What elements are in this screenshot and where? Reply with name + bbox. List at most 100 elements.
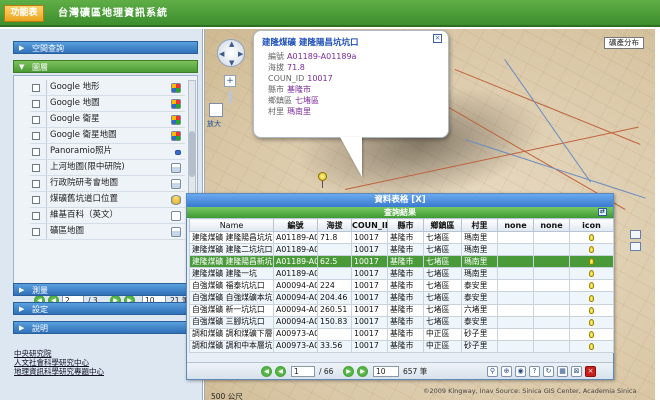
layer-checkbox[interactable] — [32, 132, 40, 140]
table-cell[interactable] — [569, 339, 614, 353]
pan-control[interactable]: ▲ ▼ ◀ ▶ — [217, 39, 245, 67]
layer-item[interactable]: Google 地圖 — [30, 96, 185, 112]
column-header[interactable]: Name — [189, 218, 274, 232]
lightbulb-icon[interactable] — [589, 294, 594, 302]
table-row[interactable]: 自強煤礦 福泰坑坑口 A00094-A0 224 10017 基隆市 七堵區 泰安里 — [189, 279, 614, 293]
column-header[interactable]: 海拔 — [317, 218, 352, 232]
table-row[interactable]: 建隆煤礦 建隆陽昌新坑 A01189-A0 62.5 10017 基隆市 七堵區 瑪南里 — [189, 255, 614, 269]
panel-measure[interactable]: ▶ 測量 — [13, 283, 198, 296]
map-type-button[interactable]: 礦產分布 — [604, 37, 644, 49]
layer-checkbox[interactable] — [32, 84, 40, 92]
table-row[interactable]: 建隆煤礦 建隆二坑坑口 A01189-A0 10017 基隆市 七堵區 瑪南里 — [189, 243, 614, 257]
table-row[interactable]: 自強煤礦 自強煤礦本坑 A00094-A0 204.46 10017 基隆市 七堵區 泰安里 — [189, 291, 614, 305]
zoom-in-button[interactable]: + — [224, 75, 236, 87]
panel-spatial-query[interactable]: ▶ 空間查詢 — [13, 41, 198, 54]
per-page-select[interactable]: 10 — [373, 366, 399, 377]
table-cell[interactable] — [569, 291, 614, 305]
layer-checkbox[interactable] — [32, 196, 40, 204]
magnify-label[interactable]: 放大 — [207, 119, 221, 129]
magnify-icon[interactable] — [209, 103, 223, 117]
table-row[interactable]: 建隆煤礦 建隆陽昌坑坑口 A01189-A0 71.8 10017 基隆市 七堵區 瑪南里 — [189, 230, 614, 245]
thumbnail-icon[interactable] — [630, 230, 641, 239]
last-page-icon[interactable]: ▶ — [357, 366, 368, 377]
clear-icon[interactable]: ⊠ — [571, 366, 582, 377]
lightbulb-icon[interactable] — [589, 318, 594, 326]
layer-item[interactable]: 礦區地圖 — [30, 224, 185, 240]
column-header[interactable]: icon — [569, 218, 614, 232]
table-cell[interactable] — [569, 315, 614, 329]
location-marker-icon[interactable] — [318, 172, 327, 181]
lightbulb-icon[interactable] — [589, 270, 594, 278]
layer-item[interactable]: 煤礦舊坑道口位置 — [30, 192, 185, 208]
table-cell[interactable] — [569, 243, 614, 257]
export-icon[interactable]: ⇄ — [598, 208, 607, 216]
lightbulb-icon[interactable] — [589, 246, 594, 254]
column-header[interactable]: none — [533, 218, 570, 232]
credit-link[interactable]: 中央研究院 — [14, 349, 104, 358]
next-page-icon[interactable]: ▶ — [343, 366, 354, 377]
table-cell[interactable] — [569, 327, 614, 341]
data-window-title[interactable]: 資料表格 [X] — [187, 194, 613, 207]
pan-down-icon[interactable]: ▼ — [229, 59, 234, 67]
layer-checkbox[interactable] — [32, 116, 40, 124]
pan-up-icon[interactable]: ▲ — [229, 40, 234, 48]
layer-item[interactable]: 上河地圖(限中研院) — [30, 160, 185, 176]
table-row[interactable]: 調和煤礦 調和煤礦下層 A00973-A0 10017 基隆市 中正區 砂子里 — [189, 327, 614, 341]
lightbulb-icon[interactable] — [589, 306, 594, 314]
column-header[interactable]: 村里 — [461, 218, 498, 232]
help-icon[interactable]: ? — [529, 366, 540, 377]
lightbulb-icon[interactable] — [589, 342, 594, 350]
table-row[interactable]: 自強煤礦 新一坑坑口 A00094-A0 260.51 10017 基隆市 七堵區 六堵里 — [189, 303, 614, 317]
table-cell[interactable] — [569, 255, 614, 269]
layer-item[interactable]: Panoramio照片 — [30, 144, 185, 160]
layer-item[interactable]: Google 衛星 — [30, 112, 185, 128]
lightbulb-icon[interactable] — [589, 234, 594, 242]
prev-page-icon[interactable]: ◀ — [275, 366, 286, 377]
grid-icon[interactable]: ▦ — [557, 366, 568, 377]
close-icon[interactable]: × — [585, 366, 596, 377]
table-cell[interactable] — [569, 267, 614, 281]
thumbnail-icon[interactable] — [630, 242, 641, 251]
menu-button[interactable]: 功能表 — [4, 5, 44, 22]
page-input[interactable]: 1 — [291, 366, 315, 377]
panel-settings[interactable]: ▶ 設定 — [13, 302, 198, 315]
view-icon[interactable]: ◉ — [515, 366, 526, 377]
lightbulb-icon[interactable] — [589, 258, 594, 266]
column-header[interactable]: 鄉鎮區 — [423, 218, 462, 232]
layer-checkbox[interactable] — [32, 212, 40, 220]
scrollbar-thumb[interactable] — [189, 131, 195, 177]
layer-checkbox[interactable] — [32, 228, 40, 236]
layer-checkbox[interactable] — [32, 180, 40, 188]
zoom-to-icon[interactable]: ⊕ — [501, 366, 512, 377]
layer-item[interactable]: 行政院研考會地圖 — [30, 176, 185, 192]
column-header[interactable]: 編號 — [273, 218, 318, 232]
lightbulb-icon[interactable] — [589, 330, 594, 338]
table-cell[interactable] — [569, 303, 614, 317]
filter-icon[interactable]: ⚲ — [487, 366, 498, 377]
table-cell[interactable] — [569, 279, 614, 293]
table-row[interactable]: 自強煤礦 三腳坑坑口 A00094-A0 150.83 10017 基隆市 七堵區 泰安里 — [189, 315, 614, 329]
close-icon[interactable]: × — [433, 34, 442, 43]
layer-checkbox[interactable] — [32, 164, 40, 172]
column-header[interactable]: none — [497, 218, 534, 232]
layer-checkbox[interactable] — [32, 100, 40, 108]
credit-link[interactable]: 地理資訊科學研究專題中心 — [14, 367, 104, 376]
zoom-slider[interactable] — [229, 91, 232, 103]
layer-item[interactable]: 維基百科（英文） — [30, 208, 185, 224]
panel-help[interactable]: ▶ 說明 — [13, 321, 198, 334]
table-cell[interactable] — [569, 230, 614, 245]
layer-item[interactable]: Google 地形 — [30, 80, 185, 96]
table-row[interactable]: 建隆煤礦 建隆一坑 A01189-A0 10017 基隆市 七堵區 瑪南里 — [189, 267, 614, 281]
first-page-icon[interactable]: ◀ — [261, 366, 272, 377]
layer-checkbox[interactable] — [32, 148, 40, 156]
table-row[interactable]: 調和煤礦 調和中本層坑 A00973-A0 33.56 10017 基隆市 中正區 砂子里 — [189, 339, 614, 353]
refresh-icon[interactable]: ↻ — [543, 366, 554, 377]
column-header[interactable]: COUN_II — [351, 218, 388, 232]
lightbulb-icon[interactable] — [589, 282, 594, 290]
panel-layers[interactable]: ▼ 圖層 — [13, 60, 198, 73]
pan-left-icon[interactable]: ◀ — [219, 50, 224, 58]
credit-link[interactable]: 人文社會科學研究中心 — [14, 358, 104, 367]
pan-right-icon[interactable]: ▶ — [238, 50, 243, 58]
column-header[interactable]: 縣市 — [387, 218, 424, 232]
layer-item[interactable]: Google 衛星地圖 — [30, 128, 185, 144]
